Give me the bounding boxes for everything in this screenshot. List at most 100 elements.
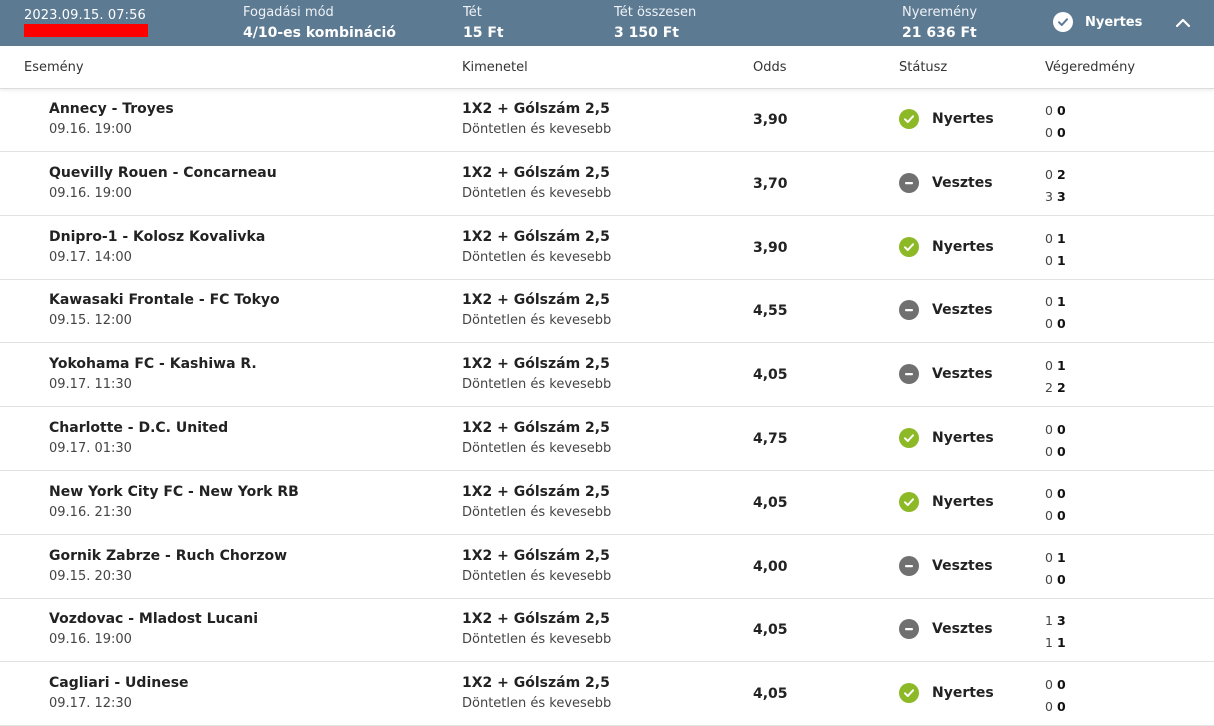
table-row[interactable]: Quevilly Rouen - Concarneau 09.16. 19:00 1… (0, 152, 1214, 216)
odds-value: 4,05 (753, 622, 788, 639)
odds-value: 3,90 (753, 112, 788, 128)
column-header-outcome: Kimenetel (462, 60, 528, 75)
score-halftime: 3 (1045, 188, 1053, 204)
redaction-bar (24, 24, 148, 37)
final-score: 1 3 1 1 (1045, 610, 1066, 654)
event-time: 09.16. 19:00 (49, 122, 132, 137)
table-row[interactable]: Cagliari - Udinese 09.17. 12:30 1X2 + Góls… (0, 662, 1214, 726)
minus-circle-icon (899, 555, 919, 576)
status-label: Nyertes (932, 430, 994, 446)
odds-value: 4,00 (753, 558, 788, 575)
score-halftime: 0 (1045, 677, 1053, 693)
check-circle-icon (899, 236, 919, 257)
score-halftime: 0 (1045, 252, 1053, 268)
status-label: Nyertes (932, 685, 994, 702)
score-line-away: 0 0 (1045, 122, 1066, 144)
score-fulltime: 0 (1056, 507, 1066, 523)
table-header: Esemény Kimenetel Odds Státusz Végeredmé… (0, 46, 1214, 89)
score-line-home: 0 0 (1045, 100, 1066, 122)
score-fulltime: 0 (1056, 316, 1066, 332)
score-halftime: 0 (1045, 316, 1053, 332)
final-score: 0 12 2 (1045, 355, 1066, 399)
score-line-home: 0 2 (1045, 164, 1066, 186)
bet-summary-bar[interactable]: 2023.09.15. 07:56 Fogadási mód 4/10-es k… (0, 0, 1214, 46)
score-halftime: 0 (1045, 699, 1053, 715)
score-line-home: 0 1 (1045, 547, 1066, 569)
check-circle-icon (899, 109, 919, 129)
score-halftime: 0 (1045, 358, 1053, 374)
check-circle-icon (1053, 12, 1073, 32)
status-cell: Vesztes (899, 172, 993, 193)
status-cell: Nyertes (899, 109, 994, 129)
score-halftime: 0 (1045, 103, 1053, 118)
chevron-up-icon[interactable] (1174, 14, 1192, 32)
table-row[interactable]: Dnipro-1 - Kolosz Kovalivka 09.17. 14:00 1… (0, 216, 1214, 280)
final-score: 0 10 1 (1045, 228, 1066, 272)
table-row[interactable]: New York City FC - New York RB 09.16. 21:… (0, 471, 1214, 535)
outcome-market: 1X2 + Gólszám 2,5 (462, 420, 610, 436)
table-row[interactable]: Annecy - Troyes 09.16. 19:00 1X2 + Gólszám… (0, 88, 1214, 152)
minus-circle-icon (899, 172, 919, 193)
outcome-market: 1X2 + Gólszám 2,5 (462, 292, 610, 309)
score-line-home: 1 3 (1045, 610, 1066, 632)
score-line-home: 0 0 (1045, 674, 1066, 696)
score-halftime: 1 (1045, 635, 1053, 651)
table-row[interactable]: Yokohama FC - Kashiwa R. 09.17. 11:30 1X2 … (0, 343, 1214, 408)
final-score: 0 00 0 (1045, 419, 1066, 463)
status-label: Nyertes (932, 238, 994, 255)
score-fulltime: 0 (1056, 485, 1066, 501)
event-name: New York City FC - New York RB (49, 483, 299, 500)
outcome-market: 1X2 + Gólszám 2,5 (462, 547, 610, 564)
bet-datetime: 2023.09.15. 07:56 (24, 8, 146, 23)
event-time: 09.17. 01:30 (49, 441, 132, 456)
outcome-selection: Döntetlen és kevesebb (462, 122, 612, 137)
event-name: Charlotte - D.C. United (49, 420, 229, 436)
bet-status-label: Nyertes (1085, 14, 1143, 30)
score-line-away: 2 2 (1045, 377, 1066, 399)
score-line-away: 3 3 (1045, 186, 1066, 208)
event-time: 09.15. 20:30 (49, 568, 132, 584)
stake-label: Tét (463, 5, 482, 20)
status-cell: Nyertes (899, 236, 994, 257)
score-fulltime: 3 (1056, 613, 1066, 629)
score-halftime: 0 (1045, 549, 1053, 565)
outcome-selection: Döntetlen és kevesebb (462, 377, 612, 393)
score-halftime: 0 (1045, 444, 1053, 459)
score-fulltime: 1 (1056, 635, 1066, 651)
event-name: Kawasaki Frontale - FC Tokyo (49, 292, 280, 309)
score-fulltime: 0 (1056, 444, 1066, 459)
odds-value: 4,05 (753, 686, 788, 703)
event-time: 09.16. 19:00 (49, 185, 132, 201)
score-line-home: 0 1 (1045, 355, 1066, 377)
outcome-selection: Döntetlen és kevesebb (462, 504, 612, 520)
total-stake-label: Tét összesen (614, 5, 697, 20)
status-label: Vesztes (932, 621, 993, 638)
status-label: Vesztes (932, 174, 993, 191)
outcome-selection: Döntetlen és kevesebb (462, 441, 612, 456)
score-halftime: 0 (1045, 507, 1053, 523)
event-time: 09.17. 11:30 (49, 377, 132, 393)
score-line-away: 0 0 (1045, 505, 1066, 527)
minus-circle-icon (899, 364, 919, 385)
minus-circle-icon (899, 619, 919, 640)
event-name: Yokohama FC - Kashiwa R. (49, 356, 257, 373)
status-label: Vesztes (932, 557, 993, 574)
table-row[interactable]: Gornik Zabrze - Ruch Chorzow 09.15. 20:30… (0, 535, 1214, 599)
table-row[interactable]: Vozdovac - Mladost Lucani 09.16. 19:00 1X2… (0, 598, 1214, 663)
outcome-selection: Döntetlen és kevesebb (462, 568, 612, 584)
outcome-selection: Döntetlen és kevesebb (462, 313, 612, 329)
status-label: Vesztes (932, 302, 993, 319)
final-score: 0 00 0 (1045, 100, 1066, 144)
score-halftime: 0 (1045, 422, 1053, 437)
score-line-away: 0 1 (1045, 250, 1066, 272)
status-cell: Nyertes (899, 683, 994, 704)
table-row[interactable]: Charlotte - D.C. United 09.17. 01:30 1X2 +… (0, 407, 1214, 471)
score-line-away: 0 0 (1045, 696, 1066, 718)
status-cell: Vesztes (899, 364, 993, 385)
bet-status: Nyertes (1053, 12, 1142, 32)
column-header-odds: Odds (753, 60, 787, 75)
event-name: Vozdovac - Mladost Lucani (49, 611, 259, 628)
score-fulltime: 0 (1056, 699, 1066, 715)
score-fulltime: 0 (1056, 677, 1066, 693)
table-row[interactable]: Kawasaki Frontale - FC Tokyo 09.15. 12:00… (0, 279, 1214, 344)
